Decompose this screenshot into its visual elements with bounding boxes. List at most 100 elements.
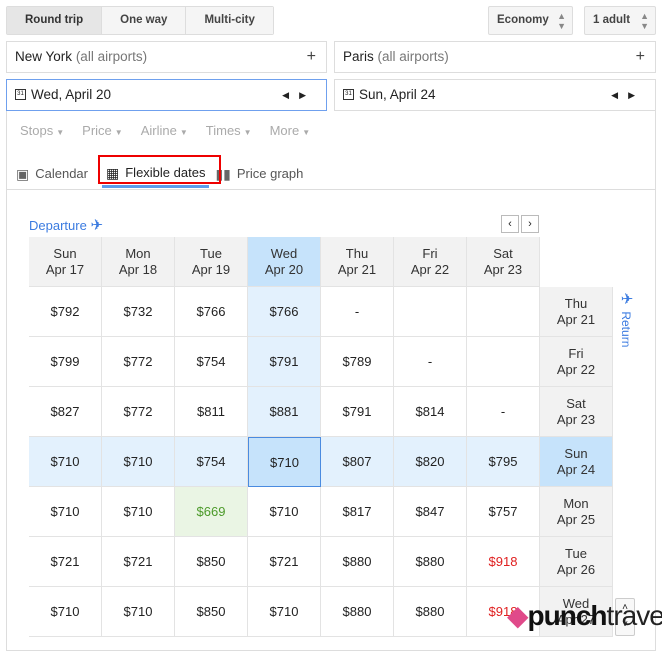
price-cell[interactable]: $817 (321, 487, 394, 537)
return-header[interactable]: Thu Apr 21 (540, 287, 613, 337)
price-cell[interactable]: $721 (29, 537, 102, 587)
filter-label: Stops (20, 123, 54, 138)
trip-type-one-way[interactable]: One way (102, 7, 187, 34)
price-cell: - (321, 287, 394, 337)
add-destination-icon[interactable]: + (636, 42, 645, 72)
date-prev-next-icon[interactable]: ◀▶ (611, 80, 645, 110)
day: Fri (568, 346, 584, 361)
price-cell[interactable]: $710 (248, 587, 321, 637)
price-cell[interactable]: $881 (248, 387, 321, 437)
trip-type-round-trip[interactable]: Round trip (7, 7, 103, 34)
calendar-icon: 31 (15, 88, 26, 100)
filter-times[interactable]: Times ▼ (206, 123, 252, 138)
date: Apr 26 (556, 562, 596, 577)
price-cell[interactable]: $850 (175, 587, 248, 637)
price-cell[interactable]: $814 (394, 387, 467, 437)
departure-header[interactable]: Tue Apr 19 (175, 237, 248, 287)
price-cell[interactable]: $791 (321, 387, 394, 437)
tab-label: Price graph (236, 166, 304, 181)
add-origin-icon[interactable]: + (307, 42, 316, 72)
day: Sat (566, 396, 586, 411)
prev-week-button[interactable]: ‹ (501, 215, 519, 233)
date: Apr 17 (45, 262, 85, 277)
price-cell[interactable]: $918 (467, 537, 540, 587)
price-cell[interactable]: $880 (321, 537, 394, 587)
day: Sat (493, 246, 513, 261)
day: Thu (564, 296, 588, 311)
filter-label: More (269, 123, 300, 138)
departure-header[interactable]: Sun Apr 17 (29, 237, 102, 287)
day: Sun (53, 246, 77, 261)
price-cell[interactable]: $710 (102, 487, 175, 537)
price-cell[interactable]: $847 (394, 487, 467, 537)
return-header[interactable]: Tue Apr 26 (540, 537, 613, 587)
price-cell[interactable]: $710 (29, 587, 102, 637)
origin-input[interactable]: New York (all airports) + (6, 41, 327, 73)
price-cell[interactable]: $721 (248, 537, 321, 587)
price-cell[interactable]: $710 (102, 587, 175, 637)
depart-date-input[interactable]: 31 Wed, April 20 ◀▶ (6, 79, 327, 111)
price-cell[interactable]: $880 (321, 587, 394, 637)
price-cell[interactable]: $880 (394, 537, 467, 587)
price-cell (467, 287, 540, 337)
date-prev-next-icon[interactable]: ◀▶ (282, 80, 316, 110)
cabin-select[interactable]: Economy ▲ ▼ (488, 6, 573, 35)
price-cell[interactable]: $880 (394, 587, 467, 637)
caret-down-icon: ▼ (243, 128, 252, 137)
price-cell[interactable]: $820 (394, 437, 467, 487)
price-cell[interactable]: $766 (248, 287, 321, 337)
tab-price-graph[interactable]: ▮▮ Price graph (215, 160, 311, 188)
price-cell[interactable]: $811 (175, 387, 248, 437)
next-week-button[interactable]: › (521, 215, 539, 233)
day: Wed (270, 246, 298, 261)
price-cell[interactable]: $710 (248, 437, 321, 487)
price-cell[interactable]: $669 (175, 487, 248, 537)
price-cell[interactable]: $754 (175, 337, 248, 387)
destination-input[interactable]: Paris (all airports) + (334, 41, 656, 73)
tab-label: Calendar (35, 166, 88, 181)
price-cell[interactable]: $710 (102, 437, 175, 487)
price-cell[interactable]: $792 (29, 287, 102, 337)
price-cell[interactable]: $710 (29, 487, 102, 537)
filter-stops[interactable]: Stops ▼ (20, 123, 64, 138)
highlight-box (98, 155, 221, 184)
price-cell[interactable]: $732 (102, 287, 175, 337)
price-cell[interactable]: $757 (467, 487, 540, 537)
day: Fri (422, 246, 438, 261)
return-header[interactable]: Sat Apr 23 (540, 387, 613, 437)
price-cell[interactable]: $710 (248, 487, 321, 537)
price-cell[interactable]: $827 (29, 387, 102, 437)
passengers-select[interactable]: 1 adult ▲ ▼ (584, 6, 656, 35)
filter-more[interactable]: More ▼ (270, 123, 311, 138)
return-header[interactable]: Sun Apr 24 (540, 437, 613, 487)
caret-down-icon: ▼ (179, 128, 188, 137)
filter-price[interactable]: Price ▼ (82, 123, 123, 138)
price-cell[interactable]: $807 (321, 437, 394, 487)
price-cell[interactable]: $789 (321, 337, 394, 387)
return-header[interactable]: Fri Apr 22 (540, 337, 613, 387)
tab-calendar[interactable]: ▣ Calendar (16, 160, 96, 188)
price-cell[interactable]: $850 (175, 537, 248, 587)
departure-header[interactable]: Fri Apr 22 (394, 237, 467, 287)
departure-header[interactable]: Mon Apr 18 (102, 237, 175, 287)
filter-airline[interactable]: Airline ▼ (141, 123, 188, 138)
price-cell[interactable]: $799 (29, 337, 102, 387)
price-cell[interactable]: $754 (175, 437, 248, 487)
price-cell[interactable]: $710 (29, 437, 102, 487)
trip-type-selector: Round trip One way Multi-city (6, 6, 274, 35)
cabin-value: Economy (497, 14, 549, 26)
trip-type-multi-city[interactable]: Multi-city (186, 7, 273, 34)
price-cell[interactable]: $766 (175, 287, 248, 337)
departure-header[interactable]: Sat Apr 23 (467, 237, 540, 287)
departure-header[interactable]: Wed Apr 20 (248, 237, 321, 287)
departure-header[interactable]: Thu Apr 21 (321, 237, 394, 287)
filter-bar: Stops ▼ Price ▼ Airline ▼ Times ▼ More ▼ (20, 123, 310, 138)
price-cell[interactable]: $795 (467, 437, 540, 487)
return-date-input[interactable]: 31 Sun, April 24 ◀▶ (334, 79, 656, 111)
price-cell[interactable]: $791 (248, 337, 321, 387)
return-date: Sun, April 24 (359, 87, 436, 102)
price-cell[interactable]: $721 (102, 537, 175, 587)
price-cell[interactable]: $772 (102, 337, 175, 387)
return-header[interactable]: Mon Apr 25 (540, 487, 613, 537)
price-cell[interactable]: $772 (102, 387, 175, 437)
